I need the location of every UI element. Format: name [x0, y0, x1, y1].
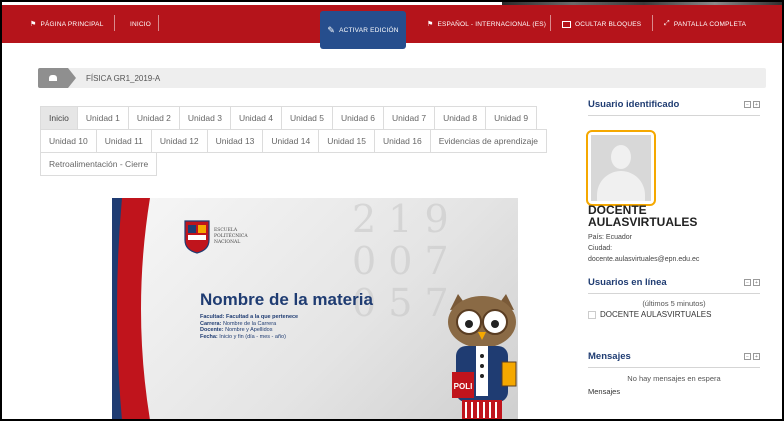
online-subtitle: (últimos 5 minutos) — [642, 299, 706, 308]
tab-unidad-9[interactable]: Unidad 9 — [485, 106, 538, 130]
dock-icon[interactable]: − — [744, 101, 751, 108]
home-link[interactable]: ⚑ PÁGINA PRINCIPAL — [30, 5, 104, 43]
course-banner: 2 1 90 0 70 5 7 ESCUELA POLITÉCNICA NACI… — [112, 198, 518, 419]
tab-unidad-14[interactable]: Unidad 14 — [262, 129, 320, 153]
mascot-text: POLI — [454, 382, 473, 391]
activar-edicion-label: Activar edición — [339, 26, 399, 34]
shield-icon — [184, 220, 210, 254]
user-country: País: Ecuador — [588, 234, 632, 241]
messages-empty: No hay mensajes en espera — [627, 374, 721, 383]
tab-unidad-16[interactable]: Unidad 16 — [373, 129, 431, 153]
block-controls: − + — [744, 101, 760, 108]
user-details: País: Ecuador Ciudad: docente.aulasvirtu… — [588, 232, 760, 265]
tab-unidad-11[interactable]: Unidad 11 — [95, 129, 152, 153]
user-block-title: Usuario identificado — [588, 99, 680, 110]
owl-mascot: POLI — [448, 294, 517, 419]
collapse-icon[interactable]: + — [753, 101, 760, 108]
logo-text: ESCUELA POLITÉCNICA NACIONAL — [214, 228, 248, 245]
block-header: Usuario identificado − + — [588, 94, 760, 116]
top-navbar: ⚑ PÁGINA PRINCIPAL INICIO ✎ Activar edic… — [2, 5, 782, 49]
tab-unidad-12[interactable]: Unidad 12 — [150, 129, 208, 153]
tab-inicio[interactable]: Inicio — [40, 106, 78, 130]
course-tabs: Inicio Unidad 1 Unidad 2 Unidad 3 Unidad… — [40, 106, 560, 176]
language-label: ESPAÑOL - INTERNACIONAL (ES) — [437, 20, 547, 28]
banner-stripe — [112, 198, 150, 419]
tab-row: Retroalimentación - Cierre — [40, 152, 560, 176]
tab-evidencias[interactable]: Evidencias de aprendizaje — [429, 129, 547, 153]
avatar[interactable] — [591, 135, 651, 201]
tab-unidad-2[interactable]: Unidad 2 — [127, 106, 180, 130]
tab-unidad-4[interactable]: Unidad 4 — [229, 106, 282, 130]
online-user-name: DOCENTE AULASVIRTUALES — [600, 310, 712, 319]
home-label: PÁGINA PRINCIPAL — [40, 20, 104, 28]
edit-icon: ✎ — [327, 24, 336, 35]
home-icon: ⚑ — [30, 21, 37, 28]
ocultar-bloques-button[interactable]: OCULTAR BLOQUES — [562, 5, 641, 43]
course-title: Nombre de la materia — [200, 290, 373, 309]
tab-unidad-10[interactable]: Unidad 10 — [40, 129, 97, 153]
online-users-block: Usuarios en línea − + (últimos 5 minutos… — [588, 272, 760, 319]
tab-unidad-13[interactable]: Unidad 13 — [206, 129, 264, 153]
expand-icon: ⤢ — [664, 20, 670, 27]
block-controls: − + — [744, 279, 760, 286]
breadcrumb-course[interactable]: FÍSICA GR1_2019-A — [86, 74, 160, 83]
block-controls: − + — [744, 353, 760, 360]
block-header: Usuarios en línea − + — [588, 272, 760, 294]
tab-retroalimentacion[interactable]: Retroalimentación - Cierre — [40, 152, 158, 176]
tab-unidad-3[interactable]: Unidad 3 — [178, 106, 231, 130]
collapse-icon[interactable]: + — [753, 279, 760, 286]
breadcrumb-home[interactable] — [38, 68, 76, 88]
browser-frame: ⚑ PÁGINA PRINCIPAL INICIO ✎ Activar edic… — [0, 0, 784, 421]
user-block: Usuario identificado − + DOCENTE AULASVI… — [586, 94, 760, 265]
divider — [158, 15, 159, 31]
pantalla-completa-button[interactable]: ⤢ PANTALLA COMPLETA — [664, 5, 746, 43]
blocks-icon — [562, 20, 571, 28]
language-menu[interactable]: ⚑ ESPAÑOL - INTERNACIONAL (ES) — [427, 5, 546, 43]
user-city: Ciudad: — [588, 245, 613, 252]
collapse-icon[interactable]: + — [753, 353, 760, 360]
pantalla-completa-label: PANTALLA COMPLETA — [673, 20, 747, 28]
tab-unidad-1[interactable]: Unidad 1 — [76, 106, 129, 130]
inicio-label: INICIO — [130, 20, 152, 28]
online-user[interactable]: DOCENTE AULASVIRTUALES — [588, 310, 760, 319]
user-icon — [588, 310, 596, 319]
dock-icon[interactable]: − — [744, 279, 751, 286]
tab-unidad-5[interactable]: Unidad 5 — [280, 106, 333, 130]
messages-link[interactable]: Mensajes — [588, 387, 760, 396]
divider — [652, 15, 653, 31]
tab-unidad-6[interactable]: Unidad 6 — [332, 106, 385, 130]
epn-logo: ESCUELA POLITÉCNICA NACIONAL — [184, 220, 248, 254]
ocultar-bloques-label: OCULTAR BLOQUES — [575, 20, 642, 28]
home-icon — [49, 75, 57, 81]
avatar-highlight — [586, 130, 656, 206]
inicio-link[interactable]: INICIO — [130, 5, 151, 43]
dock-icon[interactable]: − — [744, 353, 751, 360]
flag-icon: ⚑ — [427, 21, 434, 28]
block-header: Mensajes − + — [588, 346, 760, 368]
avatar-head — [611, 145, 631, 169]
messages-block: Mensajes − + No hay mensajes en espera M… — [588, 346, 760, 396]
messages-block-title: Mensajes — [588, 351, 631, 362]
tab-row: Unidad 10 Unidad 11 Unidad 12 Unidad 13 … — [40, 129, 560, 153]
tab-unidad-7[interactable]: Unidad 7 — [383, 106, 436, 130]
divider — [114, 15, 115, 31]
divider — [550, 15, 551, 31]
activar-edicion-button[interactable]: ✎ Activar edición — [320, 11, 406, 49]
tab-row: Inicio Unidad 1 Unidad 2 Unidad 3 Unidad… — [40, 106, 560, 130]
avatar-body — [597, 171, 645, 201]
tab-unidad-8[interactable]: Unidad 8 — [434, 106, 487, 130]
breadcrumb: FÍSICA GR1_2019-A — [38, 68, 766, 88]
user-email: docente.aulasvirtuales@epn.edu.ec — [588, 256, 700, 263]
tab-unidad-15[interactable]: Unidad 15 — [318, 129, 375, 153]
course-info: Facultad: Facultad a la que pertenece Ca… — [200, 314, 299, 340]
user-name[interactable]: DOCENTE AULASVIRTUALES — [588, 204, 760, 228]
online-block-title: Usuarios en línea — [588, 277, 667, 288]
